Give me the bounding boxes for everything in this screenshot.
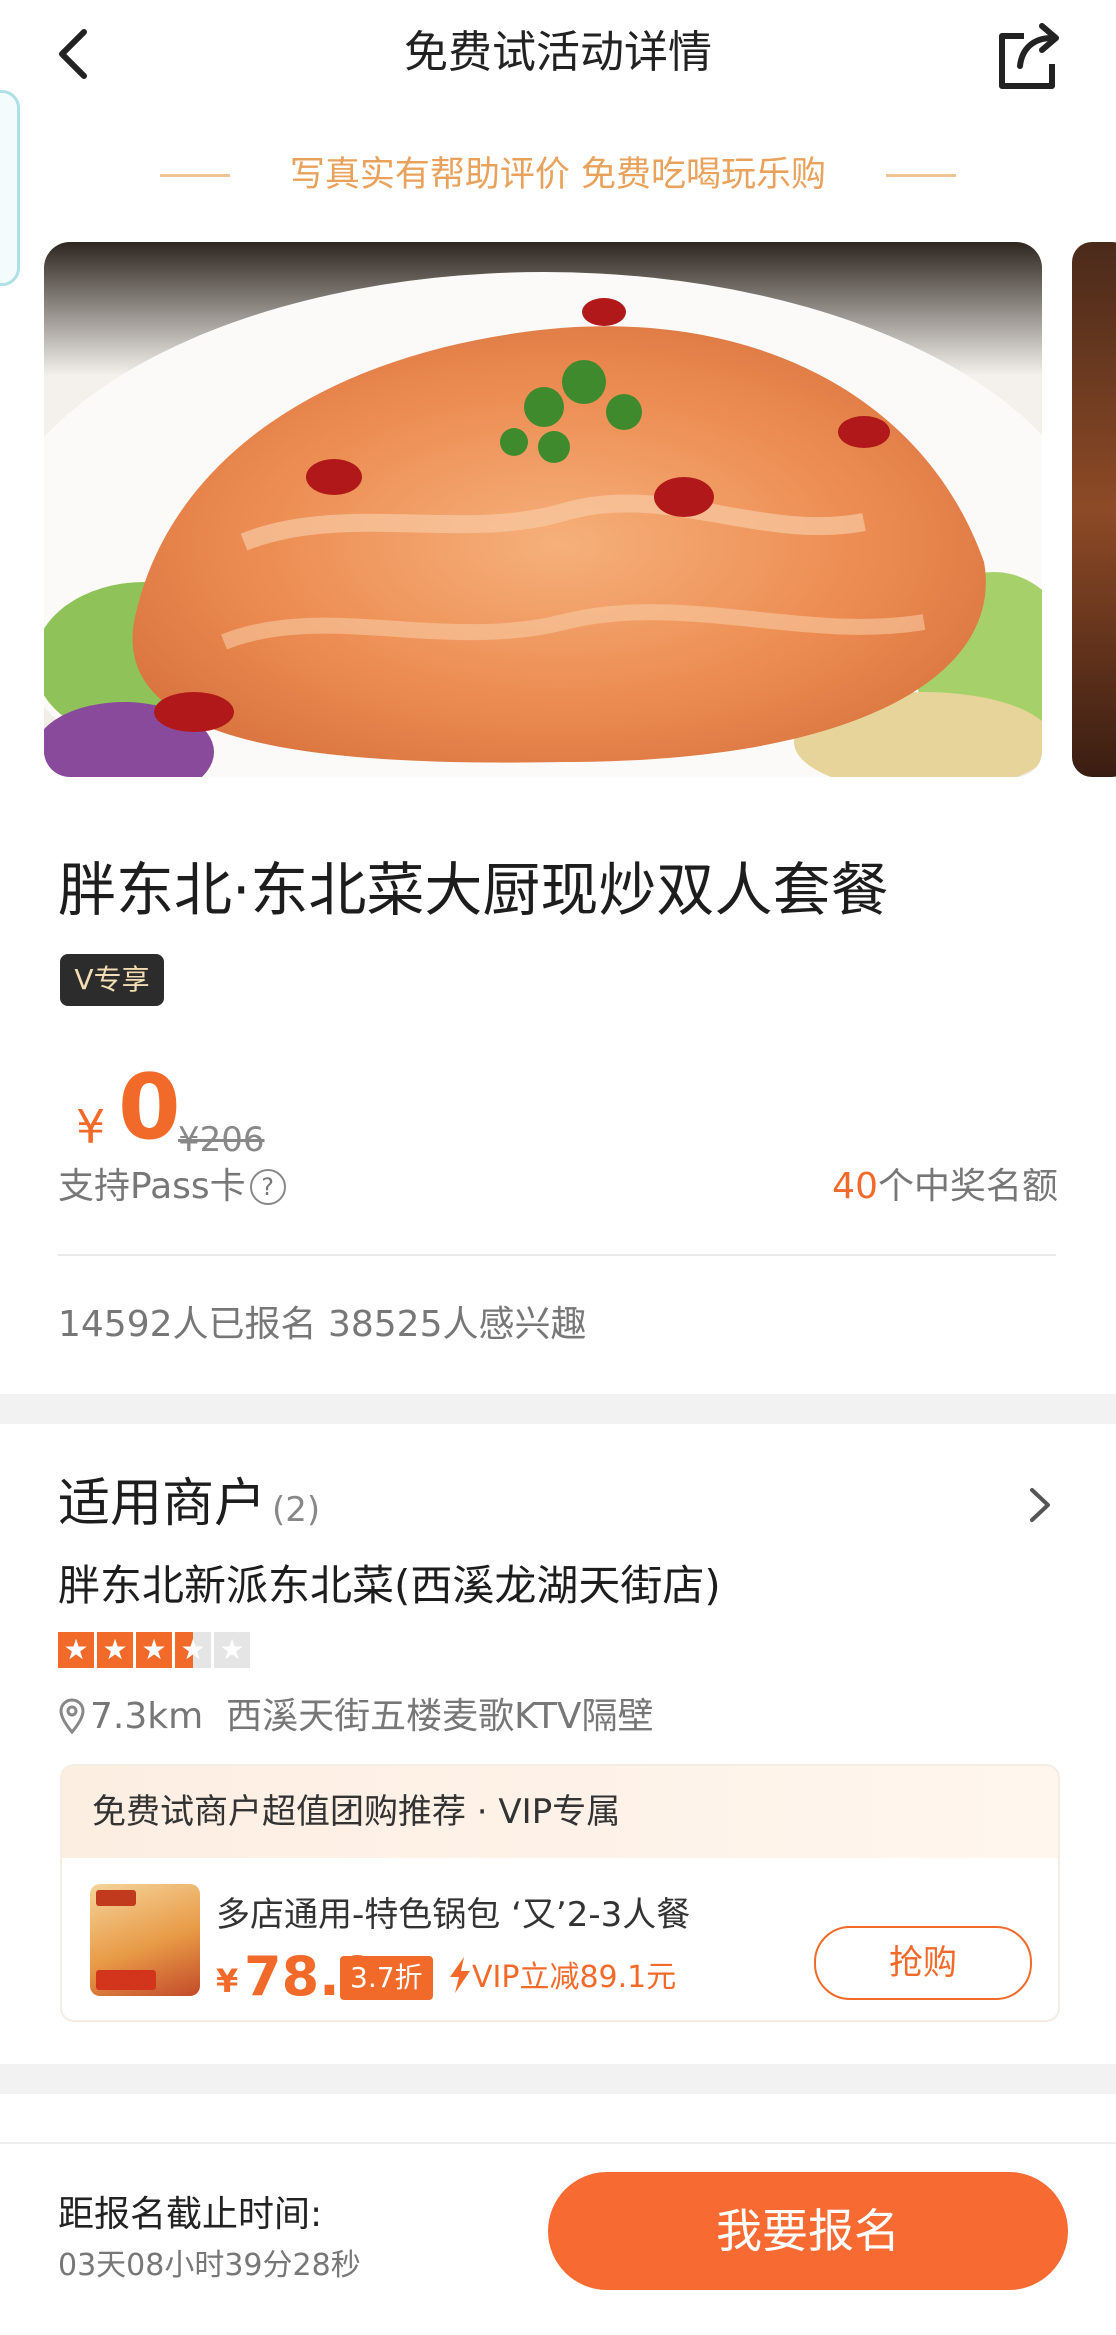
- deal-name: 多店通用-特色锅包 ‘又’2-3人餐: [216, 1895, 691, 1935]
- merchants-count: (2): [272, 1490, 321, 1530]
- rating-stars: ★ ★ ★ ★ ★: [58, 1632, 250, 1670]
- deal-header: 免费试商户超值团购推荐 · VIP专属: [62, 1766, 1058, 1858]
- section-separator: [0, 1394, 1116, 1424]
- merchants-title-text: 适用商户: [58, 1474, 267, 1534]
- next-product-image-peek[interactable]: [1072, 242, 1116, 777]
- pass-card-support: 支持Pass卡?: [58, 1162, 286, 1212]
- chevron-right-icon[interactable]: [1020, 1480, 1060, 1530]
- product-image[interactable]: [44, 242, 1042, 777]
- signup-stats: 14592人已报名 38525人感兴趣: [58, 1304, 587, 1345]
- deadline-countdown: 03天08小时39分28秒: [58, 2248, 361, 2283]
- shop-name[interactable]: 胖东北新派东北菜(西溪龙湖天街店): [58, 1556, 721, 1616]
- star-icon: ★: [136, 1632, 172, 1668]
- vip-discount: VIP立减89.1元: [448, 1952, 676, 2012]
- deal-header-text: 免费试商户超值团购推荐 · VIP专属: [92, 1792, 621, 1832]
- discount-badge: 3.7折: [340, 1956, 433, 2000]
- section-separator: [0, 2064, 1116, 2094]
- divider: [58, 1254, 1056, 1256]
- deal-thumbnail-tag: [96, 1970, 156, 1990]
- quota-number: 40: [832, 1166, 878, 1207]
- price-value: 0: [118, 1055, 181, 1160]
- product-name: 胖东北·东北菜大厨现炒双人套餐: [58, 856, 889, 924]
- quota-label: 个中奖名额: [877, 1166, 1058, 1207]
- deal-recommendation-card[interactable]: 免费试商户超值团购推荐 · VIP专属 多店通用-特色锅包 ‘又’2-3人餐 ¥…: [60, 1764, 1060, 2022]
- price-currency: ¥: [76, 1100, 106, 1154]
- vip-discount-text: VIP立减89.1元: [472, 1960, 677, 1995]
- top-nav-bar: 免费试活动详情: [0, 0, 1116, 110]
- deadline-label: 距报名截止时间:: [58, 2194, 323, 2235]
- shop-address: 西溪天街五楼麦歌KTV隔壁: [226, 1696, 654, 1737]
- star-icon: ★: [58, 1632, 94, 1668]
- deal-thumbnail[interactable]: [90, 1884, 200, 1996]
- help-circle-icon[interactable]: ?: [249, 1169, 286, 1205]
- winner-quota: 40个中奖名额: [832, 1162, 1058, 1212]
- star-icon: ★: [97, 1632, 133, 1668]
- share-icon[interactable]: [990, 14, 1070, 94]
- deal-currency: ¥: [216, 1962, 239, 2000]
- original-price: ¥206: [178, 1120, 265, 1160]
- lightning-icon: [448, 1955, 472, 2012]
- star-half-icon: ★: [175, 1632, 211, 1668]
- shop-distance: 7.3km: [90, 1696, 204, 1737]
- star-empty-icon: ★: [214, 1632, 250, 1668]
- slogan-divider-right: [886, 174, 956, 177]
- location-pin-icon: [58, 1698, 86, 1748]
- pass-card-label: 支持Pass卡: [58, 1166, 246, 1207]
- buy-button[interactable]: 抢购: [814, 1926, 1032, 2000]
- signup-button[interactable]: 我要报名: [548, 2172, 1068, 2290]
- page-title: 免费试活动详情: [404, 27, 712, 78]
- deal-thumbnail-logo: [96, 1890, 136, 1906]
- merchants-section-title[interactable]: 适用商户 (2): [58, 1470, 320, 1544]
- vip-exclusive-badge: V专享: [60, 954, 164, 1006]
- shop-location: 7.3km 西溪天街五楼麦歌KTV隔壁: [58, 1692, 654, 1748]
- bottom-action-bar: 距报名截止时间: 03天08小时39分28秒 我要报名: [0, 2142, 1116, 2335]
